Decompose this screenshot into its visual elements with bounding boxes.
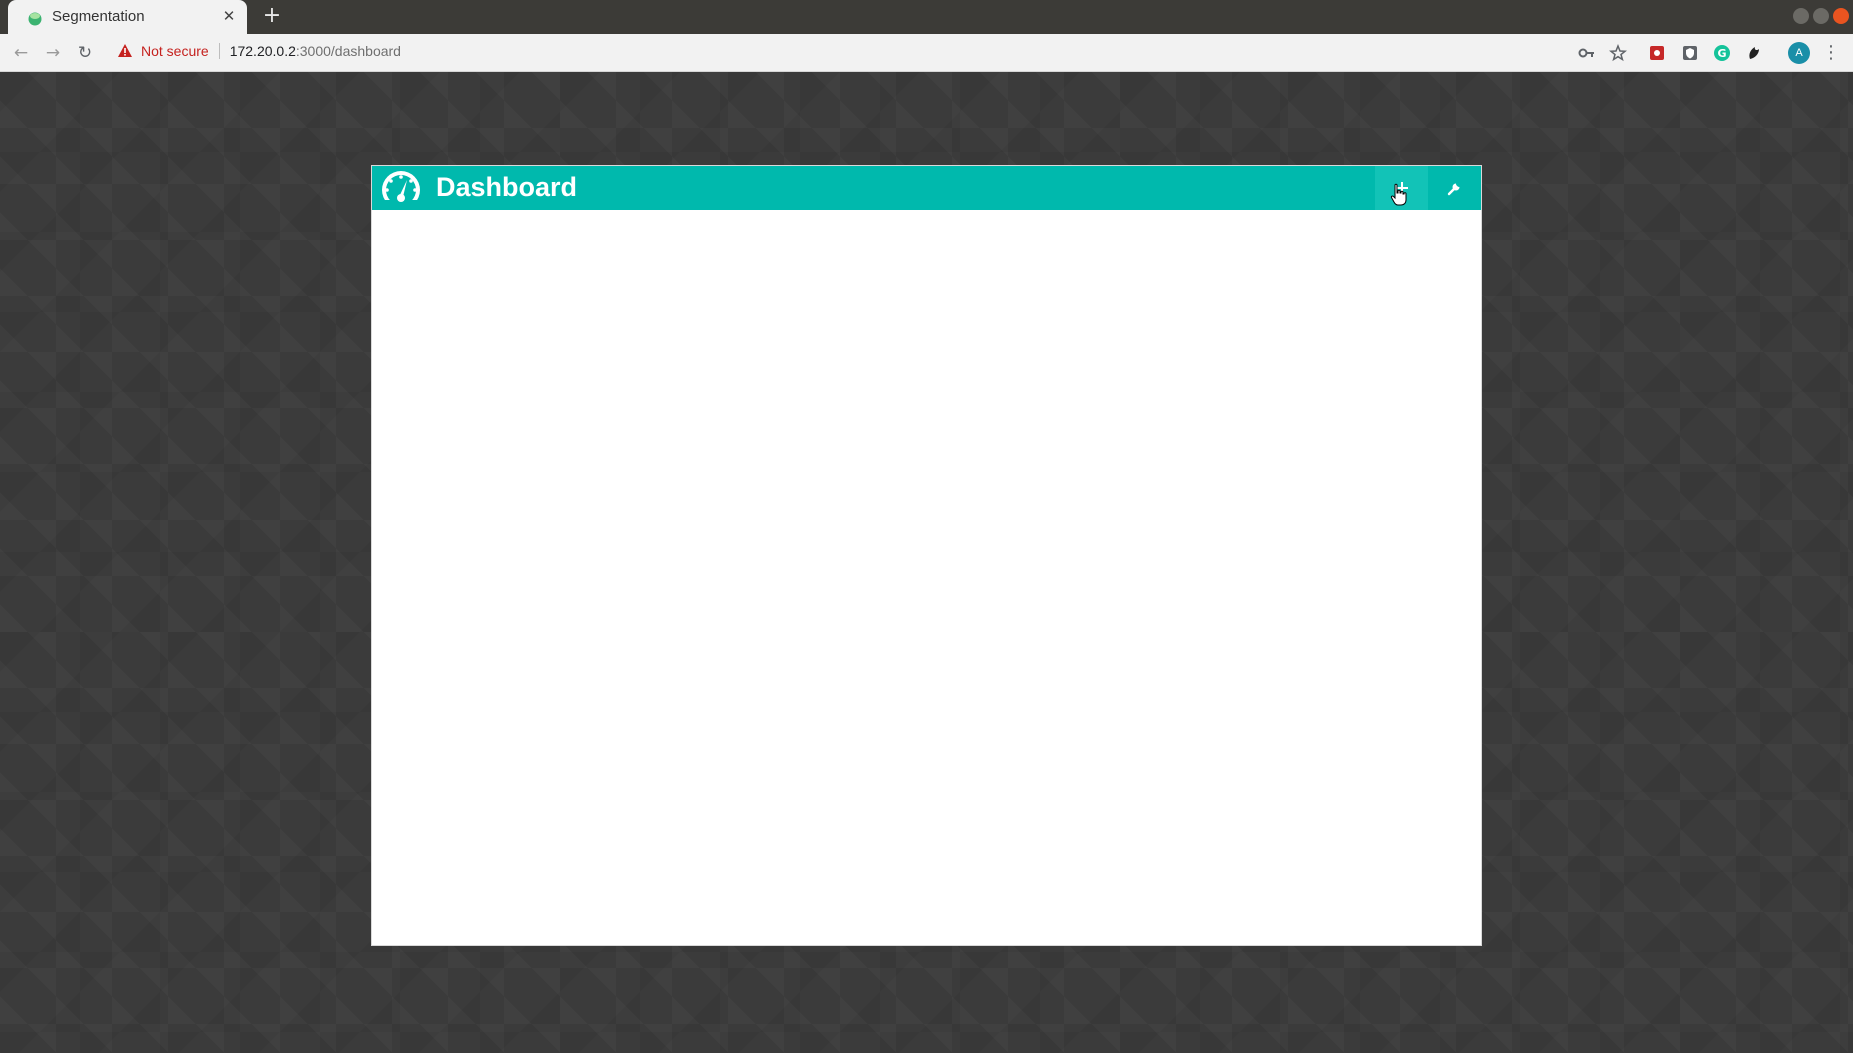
tab-close-icon[interactable]: ✕: [219, 6, 239, 26]
page-title: Dashboard: [436, 172, 578, 202]
address-separator: [218, 43, 220, 59]
maximize-button[interactable]: [1813, 8, 1829, 24]
dashboard-content: [372, 210, 1481, 945]
dashboard-panel: Dashboard: [371, 165, 1482, 946]
hand-cursor-icon: [1390, 183, 1407, 206]
tab-title: Segmentation: [52, 8, 145, 25]
wrench-icon: [1447, 183, 1459, 196]
profile-avatar[interactable]: A: [1788, 42, 1810, 64]
minimize-button[interactable]: [1793, 8, 1809, 24]
browser-tabstrip: Segmentation ✕ +: [0, 0, 1853, 34]
url-text[interactable]: 172.20.0.2:3000/dashboard: [230, 43, 401, 59]
browser-toolbar: ← → ↻ Not secure 172.20.0.2:3000/dashboa…: [0, 34, 1853, 72]
grammarly-icon[interactable]: G: [1713, 44, 1731, 62]
window-close-button[interactable]: [1833, 8, 1849, 24]
address-bar[interactable]: Not secure 172.20.0.2:3000/dashboard: [117, 43, 401, 59]
not-secure-label[interactable]: Not secure: [141, 43, 209, 59]
window-controls: [1793, 8, 1849, 24]
extension-shield-icon[interactable]: [1681, 44, 1699, 62]
key-icon[interactable]: [1577, 44, 1595, 62]
settings-button[interactable]: [1428, 166, 1481, 210]
page-viewport: Dashboard: [0, 72, 1853, 1053]
back-arrow-icon[interactable]: ←: [10, 42, 32, 64]
forward-arrow-icon[interactable]: →: [42, 42, 64, 64]
new-tab-button[interactable]: +: [260, 4, 284, 28]
extension-gnome-icon[interactable]: [1745, 44, 1763, 62]
browser-menu-icon[interactable]: ⋮: [1822, 43, 1840, 63]
gauge-icon: [381, 171, 421, 210]
extension-red-icon[interactable]: [1648, 44, 1666, 62]
svg-text:G: G: [1717, 47, 1726, 60]
segmentation-favicon-icon: [28, 12, 42, 26]
bookmark-star-icon[interactable]: [1609, 44, 1627, 62]
url-host: 172.20.0.2: [229, 43, 296, 59]
dashboard-header: Dashboard: [372, 166, 1481, 210]
browser-tab[interactable]: Segmentation ✕: [8, 0, 247, 34]
url-path: :3000/dashboard: [295, 43, 401, 59]
reload-icon[interactable]: ↻: [74, 42, 96, 64]
warning-icon: [118, 44, 132, 57]
